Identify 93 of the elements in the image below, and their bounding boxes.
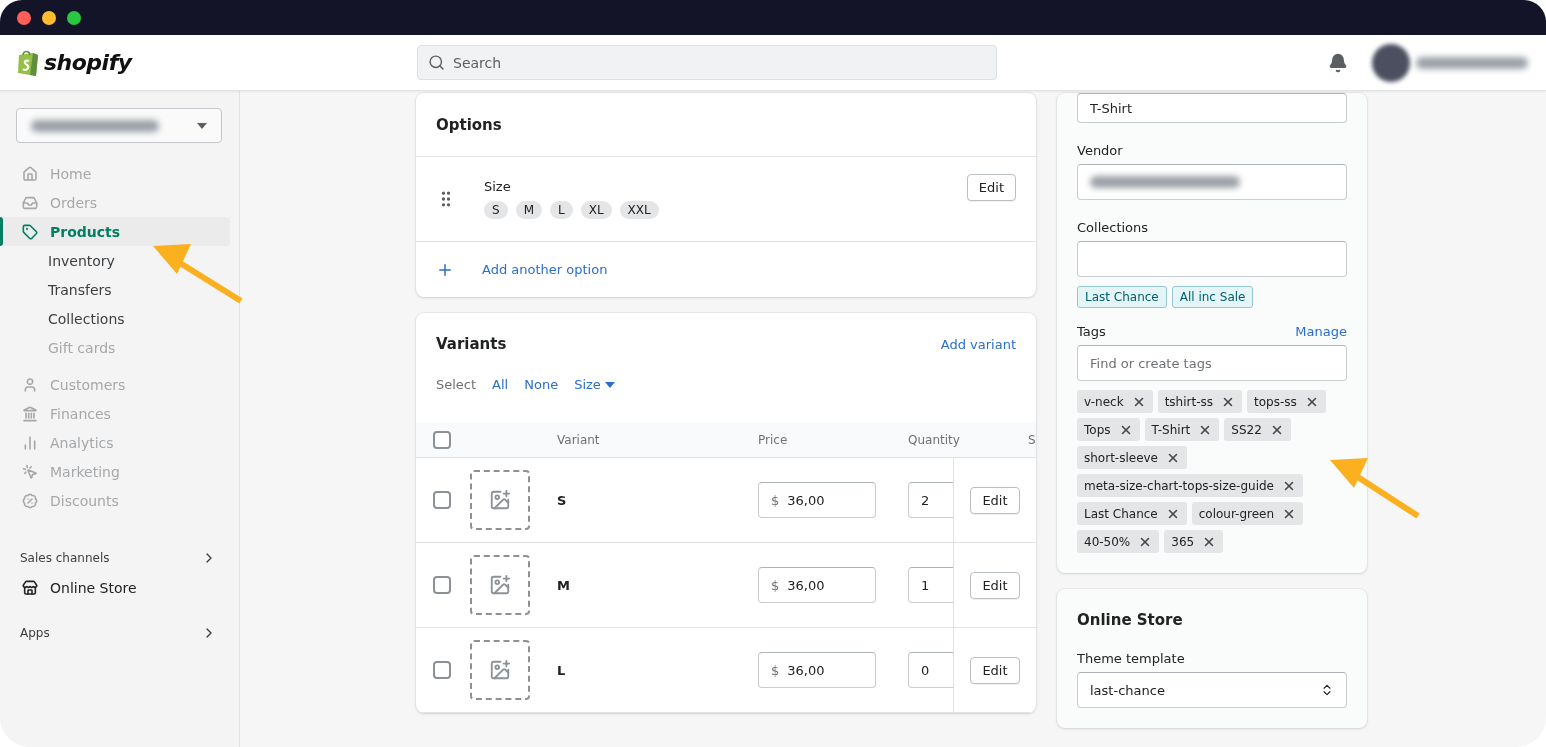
window-zoom-dot[interactable] bbox=[67, 10, 81, 25]
window-minimize-dot[interactable] bbox=[42, 10, 56, 25]
image-plus-icon bbox=[489, 574, 511, 596]
add-variant-link[interactable]: Add variant bbox=[940, 336, 1016, 352]
option-name: Size bbox=[484, 179, 512, 194]
price-input[interactable]: $ 36,00 bbox=[758, 567, 876, 603]
cursor-icon bbox=[22, 463, 38, 480]
edit-button[interactable]: Edit bbox=[970, 656, 1020, 684]
person-icon bbox=[22, 376, 38, 393]
card-title: Variants bbox=[436, 335, 507, 353]
search-field[interactable]: Search bbox=[417, 45, 997, 80]
caret-icon bbox=[604, 381, 615, 388]
tag-label: 365 bbox=[1171, 534, 1195, 549]
inbox-icon bbox=[22, 194, 38, 211]
nav-item[interactable]: Online Store bbox=[0, 573, 230, 602]
theme-template-select[interactable]: last-chance bbox=[1077, 672, 1347, 708]
shopping-bag-logo-icon bbox=[16, 48, 40, 77]
tag-label: 40-50% bbox=[1084, 534, 1131, 549]
tag-label: Tops bbox=[1084, 422, 1111, 437]
tag-label: Last Chance bbox=[1084, 506, 1158, 521]
window-close-dot[interactable] bbox=[17, 10, 31, 25]
field-label: Vendor bbox=[1077, 143, 1124, 158]
price-input[interactable]: $ 36,00 bbox=[758, 482, 876, 518]
variant-name: S bbox=[557, 492, 567, 508]
quantity-input[interactable]: 0 bbox=[908, 652, 953, 688]
image-upload-box[interactable] bbox=[470, 555, 530, 615]
tag-label: colour-green bbox=[1198, 506, 1275, 521]
tag-label: short-sleeve bbox=[1084, 450, 1158, 465]
product-type-field[interactable]: T-Shirt bbox=[1077, 93, 1347, 123]
price-input[interactable]: $ 36,00 bbox=[758, 652, 876, 688]
option-value-pill: XL bbox=[580, 201, 612, 219]
variant-name: M bbox=[557, 577, 570, 593]
nav-item[interactable]: Products bbox=[0, 217, 230, 246]
select-link[interactable]: None bbox=[524, 377, 559, 392]
tag-label: SS22 bbox=[1231, 422, 1262, 437]
avatar[interactable] bbox=[1372, 43, 1410, 82]
collection-tag[interactable]: Last Chance bbox=[1077, 286, 1167, 308]
section-heading: Sales channels bbox=[20, 551, 110, 565]
percent-badge-icon bbox=[22, 492, 38, 509]
variant-name: L bbox=[557, 662, 566, 678]
field-label: Tags bbox=[1077, 324, 1106, 339]
brand-logo-text: shopify bbox=[44, 50, 132, 75]
column-header: Price bbox=[758, 432, 788, 447]
tag-label: tshirt-ss bbox=[1164, 394, 1214, 409]
tag-icon bbox=[22, 223, 38, 240]
image-upload-box[interactable] bbox=[470, 470, 530, 530]
bank-icon bbox=[22, 405, 38, 422]
bar-chart-icon bbox=[22, 434, 38, 451]
vendor-field[interactable] bbox=[1077, 164, 1347, 200]
home-icon bbox=[22, 165, 38, 182]
nav-subitem[interactable]: Inventory bbox=[0, 246, 230, 275]
caret-icon bbox=[197, 122, 207, 129]
store-icon bbox=[22, 579, 38, 596]
collections-field[interactable] bbox=[1077, 241, 1347, 277]
section-heading: Apps bbox=[20, 626, 50, 640]
collection-tag[interactable]: All inc Sale bbox=[1171, 286, 1254, 308]
checkbox[interactable] bbox=[433, 430, 451, 449]
column-header: Quantity bbox=[908, 432, 960, 447]
notification-bell-icon[interactable] bbox=[1328, 52, 1348, 73]
quantity-input[interactable]: 2 bbox=[908, 482, 953, 518]
card-title: Online Store bbox=[1077, 611, 1184, 629]
select-link[interactable]: All bbox=[492, 377, 509, 392]
nav-subitem[interactable]: Transfers bbox=[0, 275, 230, 304]
column-header: S bbox=[1028, 432, 1036, 447]
quantity-input[interactable]: 1 bbox=[908, 567, 953, 603]
tag-label: T-Shirt bbox=[1151, 422, 1191, 437]
tag-label: tops-ss bbox=[1254, 394, 1297, 409]
size-filter-link[interactable]: Size bbox=[574, 377, 615, 392]
nav-subitem[interactable]: Collections bbox=[0, 304, 230, 333]
edit-button[interactable]: Edit bbox=[970, 571, 1020, 599]
card-title: Options bbox=[436, 115, 502, 134]
tag-label: v-neck bbox=[1084, 394, 1124, 409]
checkbox[interactable] bbox=[433, 491, 451, 509]
image-upload-box[interactable] bbox=[470, 640, 530, 700]
column-header: Variant bbox=[557, 432, 600, 447]
search-icon bbox=[428, 54, 445, 71]
manage-link[interactable]: Manage bbox=[1295, 324, 1347, 339]
select-label: Select bbox=[436, 377, 477, 392]
option-value-pill: XXL bbox=[619, 201, 659, 219]
image-plus-icon bbox=[489, 489, 511, 511]
option-value-pill: S bbox=[484, 201, 508, 219]
edit-button[interactable]: Edit bbox=[970, 486, 1020, 514]
field-label: Theme template bbox=[1077, 651, 1186, 666]
add-option-link[interactable]: Add another option bbox=[482, 262, 608, 277]
option-value-pill: L bbox=[550, 201, 573, 219]
tag-label: meta-size-chart-tops-size-guide bbox=[1084, 478, 1274, 493]
checkbox[interactable] bbox=[433, 576, 451, 594]
edit-button[interactable]: Edit bbox=[966, 174, 1016, 201]
checkbox[interactable] bbox=[433, 661, 451, 679]
field-label: Collections bbox=[1077, 220, 1150, 235]
option-value-pill: M bbox=[515, 201, 542, 219]
image-plus-icon bbox=[489, 659, 511, 681]
tags-field[interactable]: Find or create tags bbox=[1077, 345, 1347, 381]
